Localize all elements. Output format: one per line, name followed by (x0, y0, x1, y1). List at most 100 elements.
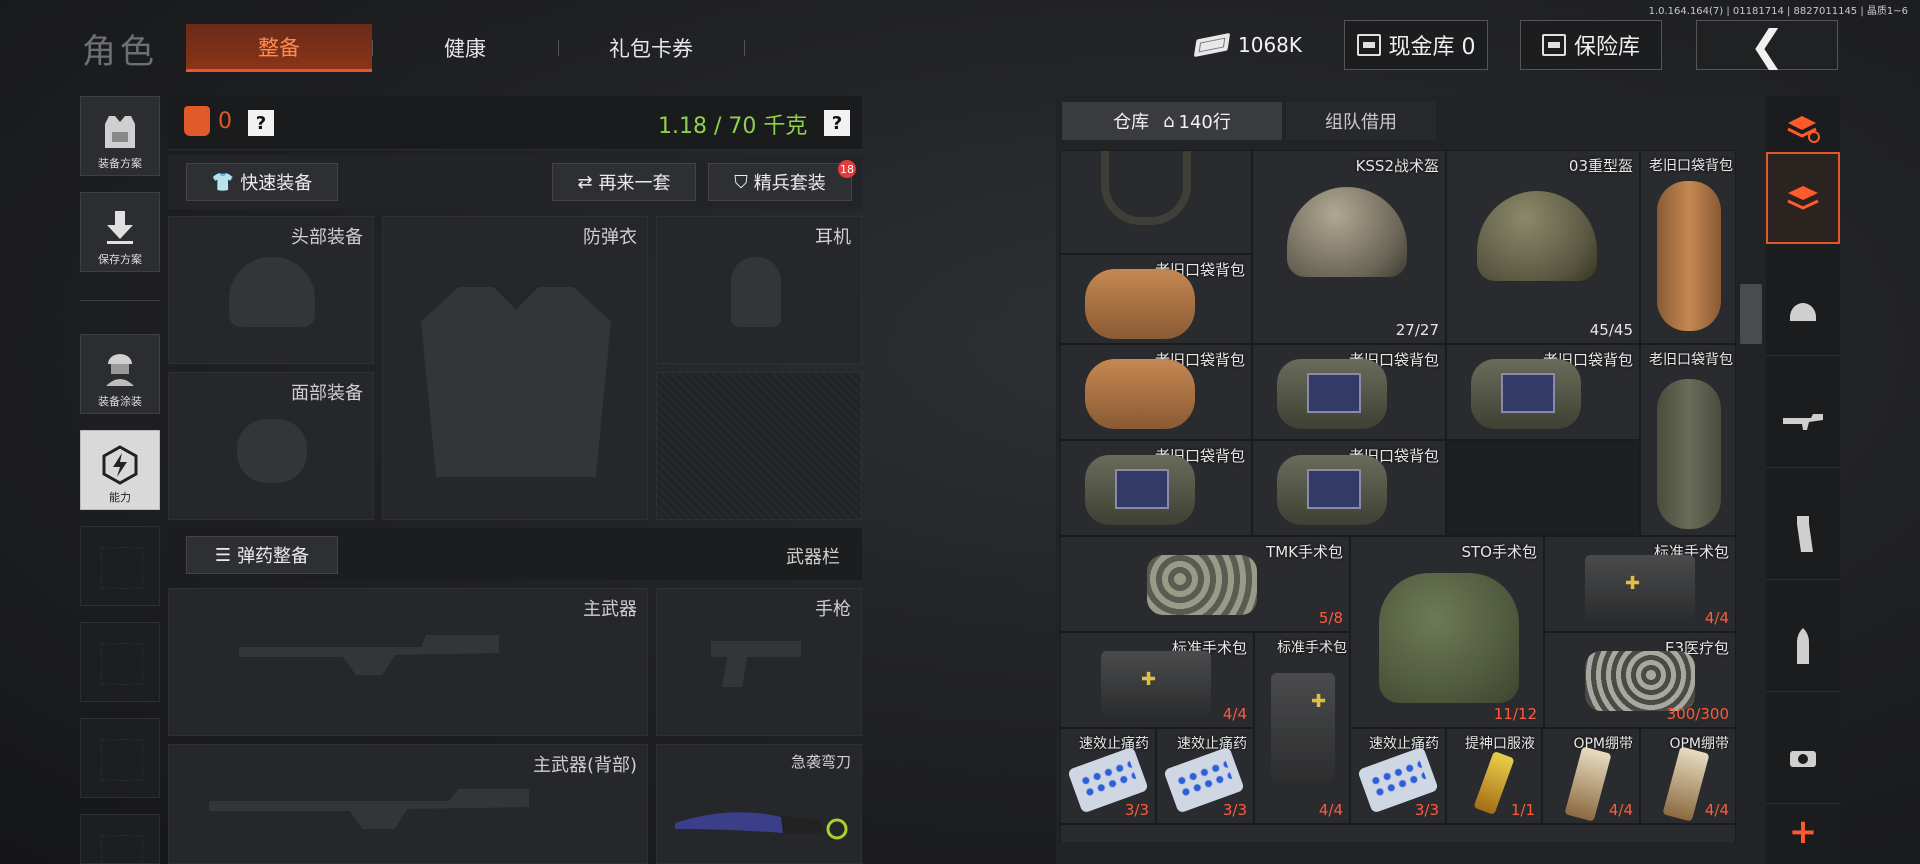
item-kss2-helmet[interactable]: KSS2战术盔 27/27 (1252, 150, 1446, 344)
item-standard-surgery-kit[interactable]: 标准手术包 4/4 (1254, 632, 1350, 824)
home-icon: ⌂ (1163, 110, 1175, 132)
category-all[interactable] (1766, 152, 1840, 244)
sidebar-save-plan[interactable]: 保存方案 (80, 192, 160, 272)
carry-weight: 1.18 / 70 千克 (658, 114, 808, 139)
item-sto-surgery-kit[interactable]: STO手术包 11/12 (1350, 536, 1544, 728)
add-category-button[interactable]: + (1766, 800, 1840, 864)
sidebar-empty-slot (80, 814, 160, 864)
tab-warehouse[interactable]: 仓库 ⌂ 140行 (1062, 102, 1282, 140)
back-arrow-icon: ❮ (1749, 20, 1785, 70)
sidebar-empty-slot (80, 622, 160, 702)
sidebar-loadout-plan[interactable]: 装备方案 (80, 96, 160, 176)
category-helmet[interactable] (1766, 264, 1840, 356)
rifle-icon (1783, 413, 1823, 430)
head-slot[interactable]: 头部装备 (168, 216, 374, 364)
pouch-icon (1271, 673, 1335, 783)
pistol-slot[interactable]: 手枪 (656, 588, 862, 736)
item-old-backpack[interactable]: 老旧口袋背包 (1640, 344, 1736, 536)
item-name: 速效止痛药 (1079, 736, 1149, 752)
vial-icon (1473, 751, 1515, 815)
item-tmk-surgery-kit[interactable]: TMK手术包 5/8 (1060, 536, 1350, 632)
item-name: STO手术包 (1461, 543, 1538, 561)
warehouse-rows: 140行 (1178, 112, 1231, 133)
insurance-vault-button[interactable]: 保险库 (1520, 20, 1662, 70)
helmet-icon (1287, 187, 1407, 277)
item-painkiller[interactable]: 速效止痛药 3/3 (1060, 728, 1156, 824)
tab-separator (744, 40, 745, 56)
item-headset[interactable] (1060, 150, 1252, 254)
vest-icon (101, 111, 139, 151)
slot-label: 面部装备 (291, 383, 363, 404)
warehouse-tabs: 仓库 ⌂ 140行 组队借用 (1060, 102, 1440, 142)
item-name: 提神口服液 (1465, 736, 1535, 752)
back-button[interactable]: ❮ (1696, 20, 1838, 70)
item-name: 标准手术包 (1277, 640, 1347, 656)
item-old-backpack[interactable]: 老旧口袋背包 (1060, 254, 1252, 344)
item-standard-surgery-kit[interactable]: 标准手术包 4/4 (1060, 632, 1254, 728)
body-armor-slot[interactable]: 防弹衣 (382, 216, 648, 520)
cash-vault-button[interactable]: 现金库 0 (1344, 20, 1488, 70)
item-count: 4/4 (1608, 801, 1633, 819)
item-painkiller[interactable]: 速效止痛药 3/3 (1350, 728, 1446, 824)
item-old-backpack[interactable]: 老旧口袋背包 (1446, 344, 1640, 440)
item-opm-bandage[interactable]: OPM绷带 4/4 (1542, 728, 1640, 824)
bandage-icon (1662, 746, 1710, 822)
sidebar-paint[interactable]: 装备涂装 (80, 334, 160, 414)
item-old-backpack[interactable]: 老旧口袋背包 (1060, 344, 1252, 440)
melee-slot[interactable]: 急袭弯刀 (656, 744, 862, 864)
item-count: 3/3 (1124, 801, 1149, 819)
primary-back-weapon-slot[interactable]: 主武器(背部) (168, 744, 648, 864)
warehouse-tab-label: 仓库 (1113, 112, 1150, 133)
shirt-icon: 👕 (211, 171, 235, 193)
warehouse-scrollbar[interactable] (1740, 284, 1762, 344)
category-attachment[interactable] (1766, 712, 1840, 804)
item-opm-bandage[interactable]: OPM绷带 4/4 (1640, 728, 1736, 824)
page-title: 角色 (82, 32, 158, 72)
item-name: 速效止痛药 (1177, 736, 1247, 752)
tab-equip[interactable]: 整备 (186, 24, 372, 72)
item-tonic[interactable]: 提神口服液 1/1 (1446, 728, 1542, 824)
weight-help-button[interactable]: ? (824, 110, 850, 136)
item-e3-medkit[interactable]: E3医疗包 300/300 (1544, 632, 1736, 728)
item-standard-surgery-kit[interactable]: 标准手术包 4/4 (1544, 536, 1736, 632)
stack-icon (1787, 186, 1819, 210)
tab-team-borrow[interactable]: 组队借用 (1286, 102, 1436, 140)
weapon-bar-label: 武器栏 (786, 547, 840, 568)
category-refresh[interactable] (1766, 100, 1840, 156)
armor-help-button[interactable]: ? (248, 110, 274, 136)
backpack-icon (1277, 359, 1387, 429)
again-set-button[interactable]: ⇄ 再来一套 (552, 163, 696, 201)
empty-cell[interactable] (1446, 440, 1640, 536)
category-magazine[interactable] (1766, 488, 1840, 580)
download-icon (101, 207, 139, 247)
tab-health[interactable]: 健康 (372, 24, 558, 72)
sidebar-label: 装备涂装 (98, 395, 142, 408)
headset-slot[interactable]: 耳机 (656, 216, 862, 364)
soldier-icon (101, 349, 139, 389)
item-count: 1/1 (1510, 801, 1535, 819)
item-name: 速效止痛药 (1369, 736, 1439, 752)
category-rifle[interactable] (1766, 376, 1840, 468)
item-old-backpack[interactable]: 老旧口袋背包 (1640, 150, 1736, 344)
item-name: 老旧口袋背包 (1649, 158, 1733, 174)
backpack-icon (1085, 359, 1195, 429)
primary-weapon-slot[interactable]: 主武器 (168, 588, 648, 736)
sidebar-label: 装备方案 (98, 157, 142, 170)
elite-set-button[interactable]: ⛉ 精兵套装 (708, 163, 852, 201)
helmet-icon (1790, 302, 1816, 321)
version-text: 1.0.164.164(7) | 01181714 | 8827011145 |… (1648, 6, 1908, 17)
item-count: 11/12 (1493, 705, 1537, 723)
item-old-backpack[interactable]: 老旧口袋背包 (1060, 440, 1252, 536)
sidebar-ability[interactable]: 能力 (80, 430, 160, 510)
face-slot[interactable]: 面部装备 (168, 372, 374, 520)
shield-icon: ⛉ (734, 171, 748, 193)
quick-equip-button[interactable]: 👕 快速装备 (186, 163, 338, 201)
slot-label: 主武器 (583, 599, 637, 620)
category-ammo[interactable] (1766, 600, 1840, 692)
ammo-equip-button[interactable]: ☰ 弹药整备 (186, 536, 338, 574)
item-old-backpack[interactable]: 老旧口袋背包 (1252, 440, 1446, 536)
item-03-heavy-helmet[interactable]: 03重型盔 45/45 (1446, 150, 1640, 344)
tab-gift-cards[interactable]: 礼包卡券 (558, 24, 744, 72)
item-old-backpack[interactable]: 老旧口袋背包 (1252, 344, 1446, 440)
item-painkiller[interactable]: 速效止痛药 3/3 (1156, 728, 1254, 824)
